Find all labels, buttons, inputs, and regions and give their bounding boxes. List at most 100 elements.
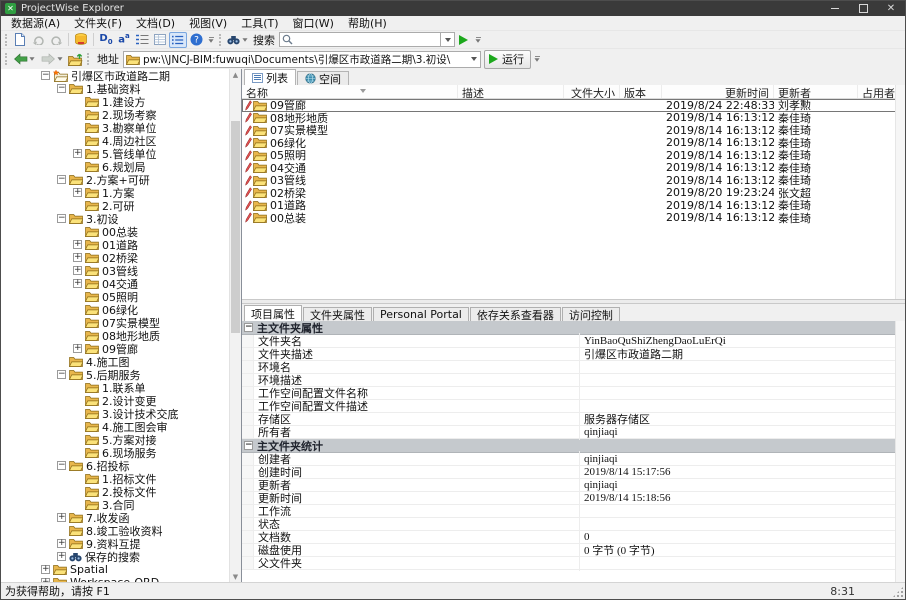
tree-expander-icon[interactable]: − [41, 71, 50, 80]
property-row[interactable]: 所有者qinjiaqi [242, 426, 896, 439]
column-header-占用者[interactable]: 占用者 [858, 85, 896, 98]
toolbar-grip[interactable] [5, 53, 7, 65]
menu-item[interactable]: 窗口(W) [286, 15, 341, 31]
tree-expander-icon[interactable]: + [73, 344, 82, 353]
list-scrollbar[interactable] [895, 85, 905, 299]
property-row-gutter [242, 400, 254, 412]
folder-icon [69, 512, 83, 523]
property-row-gutter [242, 374, 254, 386]
run-button[interactable]: 运行 [484, 50, 531, 69]
column-header-名称[interactable]: 名称 [242, 85, 458, 98]
tree-expander-icon[interactable]: − [57, 370, 66, 379]
pencil-icon [245, 212, 252, 223]
forward-dropdown-icon[interactable] [57, 57, 62, 60]
tab-文件夹属性[interactable]: 文件夹属性 [303, 307, 372, 321]
toolbar-grip[interactable] [219, 34, 221, 46]
tab-空间[interactable]: 空间 [297, 71, 349, 85]
toolbar-overflow-icon[interactable] [208, 37, 214, 43]
menu-item[interactable]: 文档(D) [129, 15, 182, 31]
help-icon[interactable]: ? [187, 32, 205, 48]
property-value: 2019/8/14 15:17:56 [580, 466, 896, 478]
tree-expander-icon[interactable]: + [57, 513, 66, 522]
cell-updated: 2019/8/14 16:13:12 [662, 161, 774, 174]
back-dropdown-icon[interactable] [29, 57, 34, 60]
tree-expander-icon[interactable]: + [57, 539, 66, 548]
tree-item[interactable]: 2.可研 [1, 199, 241, 212]
address-dropdown-button[interactable] [467, 52, 480, 67]
new-document-icon[interactable] [11, 32, 29, 48]
address-input[interactable]: pw:\\JNCJ-BIM:fuwuqi\Documents\引爆区市政道路二期… [123, 51, 481, 68]
minimize-button[interactable] [821, 1, 849, 16]
search-input[interactable] [279, 32, 441, 47]
menu-bar: 数据源(A)文件夹(F)文档(D)视图(V)工具(T)窗口(W)帮助(H) [1, 16, 905, 30]
tree-expander-icon[interactable]: + [73, 266, 82, 275]
tree-expander-icon[interactable]: + [73, 149, 82, 158]
tree-expander-icon[interactable]: + [73, 279, 82, 288]
menu-item[interactable]: 数据源(A) [4, 15, 67, 31]
back-icon[interactable] [11, 51, 29, 67]
column-header-版本[interactable]: 版本 [620, 85, 662, 98]
tree-expander-icon[interactable]: − [57, 214, 66, 223]
folder-icon [69, 369, 83, 380]
tab-列表[interactable]: 列表 [244, 69, 296, 85]
tree-expander-icon[interactable]: − [57, 461, 66, 470]
property-row[interactable]: 父文件夹 [242, 557, 896, 570]
property-row-gutter [242, 335, 254, 347]
redo-icon [47, 32, 65, 48]
column-header-更新时间[interactable]: 更新时间 [662, 85, 774, 98]
tree-expander-icon[interactable]: + [73, 188, 82, 197]
table-row[interactable]: 00总装2019/8/14 16:13:12秦佳琦 [242, 212, 896, 225]
scroll-thumb[interactable] [231, 121, 240, 333]
cell-updated: 2019/8/14 16:13:12 [662, 174, 774, 187]
tree-item[interactable]: +Spatial [1, 563, 241, 576]
search-dropdown-button[interactable] [441, 32, 455, 47]
folder-icon [85, 109, 99, 120]
maximize-button[interactable] [849, 1, 877, 16]
group-expander-icon[interactable]: − [244, 441, 253, 450]
tree-expander-icon[interactable]: + [73, 240, 82, 249]
go-up-icon[interactable] [67, 51, 85, 67]
toolbar-grip[interactable] [87, 53, 89, 65]
property-value: 2019/8/14 15:18:56 [580, 492, 896, 504]
properties-scrollbar[interactable] [895, 321, 905, 582]
column-header-描述[interactable]: 描述 [458, 85, 564, 98]
details-view-icon[interactable] [151, 32, 169, 48]
find-icon[interactable] [225, 32, 249, 48]
toolbar-overflow-icon[interactable] [534, 56, 540, 62]
scroll-up-icon[interactable]: ▲ [230, 69, 241, 80]
group-expander-icon[interactable]: − [244, 323, 253, 332]
column-header-文件大小[interactable]: 文件大小 [564, 85, 620, 98]
close-button[interactable]: ✕ [877, 1, 905, 16]
tree-expander-icon[interactable]: + [41, 565, 50, 574]
folder-icon [85, 200, 99, 211]
search-go-icon[interactable] [459, 35, 468, 45]
tree-scrollbar[interactable]: ▲ ▼ [229, 69, 241, 582]
status-right-text: 8:31 [830, 585, 901, 598]
attributes-icon[interactable]: D0 [97, 32, 115, 48]
list-view-icon[interactable] [169, 32, 187, 48]
interface-icon[interactable] [133, 32, 151, 48]
property-row-gutter [242, 505, 254, 517]
menu-item[interactable]: 视图(V) [182, 15, 234, 31]
folder-icon [85, 252, 99, 263]
menu-item[interactable]: 工具(T) [234, 15, 285, 31]
menu-item[interactable]: 文件夹(F) [67, 15, 129, 31]
rename-icon[interactable]: aa [115, 32, 133, 48]
tab-项目属性[interactable]: 项目属性 [244, 305, 302, 321]
list-tab-icon [252, 73, 263, 83]
toolbar-grip[interactable] [5, 34, 7, 46]
tree-expander-icon[interactable]: + [57, 552, 66, 561]
tab-访问控制[interactable]: 访问控制 [562, 307, 620, 321]
menu-item[interactable]: 帮助(H) [341, 15, 394, 31]
tree-expander-icon[interactable]: − [57, 84, 66, 93]
tab-Personal Portal[interactable]: Personal Portal [373, 307, 469, 321]
tree-expander-icon[interactable]: + [73, 253, 82, 262]
tree-item[interactable]: +保存的搜索 [1, 550, 241, 563]
tree-expander-icon[interactable]: − [57, 175, 66, 184]
folder-icon [85, 473, 99, 484]
scroll-down-icon[interactable]: ▼ [230, 571, 241, 582]
datasource-icon[interactable] [72, 32, 90, 48]
toolbar-overflow-icon[interactable] [475, 37, 481, 43]
column-header-更新者[interactable]: 更新者 [774, 85, 858, 98]
tab-依存关系查看器[interactable]: 依存关系查看器 [470, 307, 561, 321]
